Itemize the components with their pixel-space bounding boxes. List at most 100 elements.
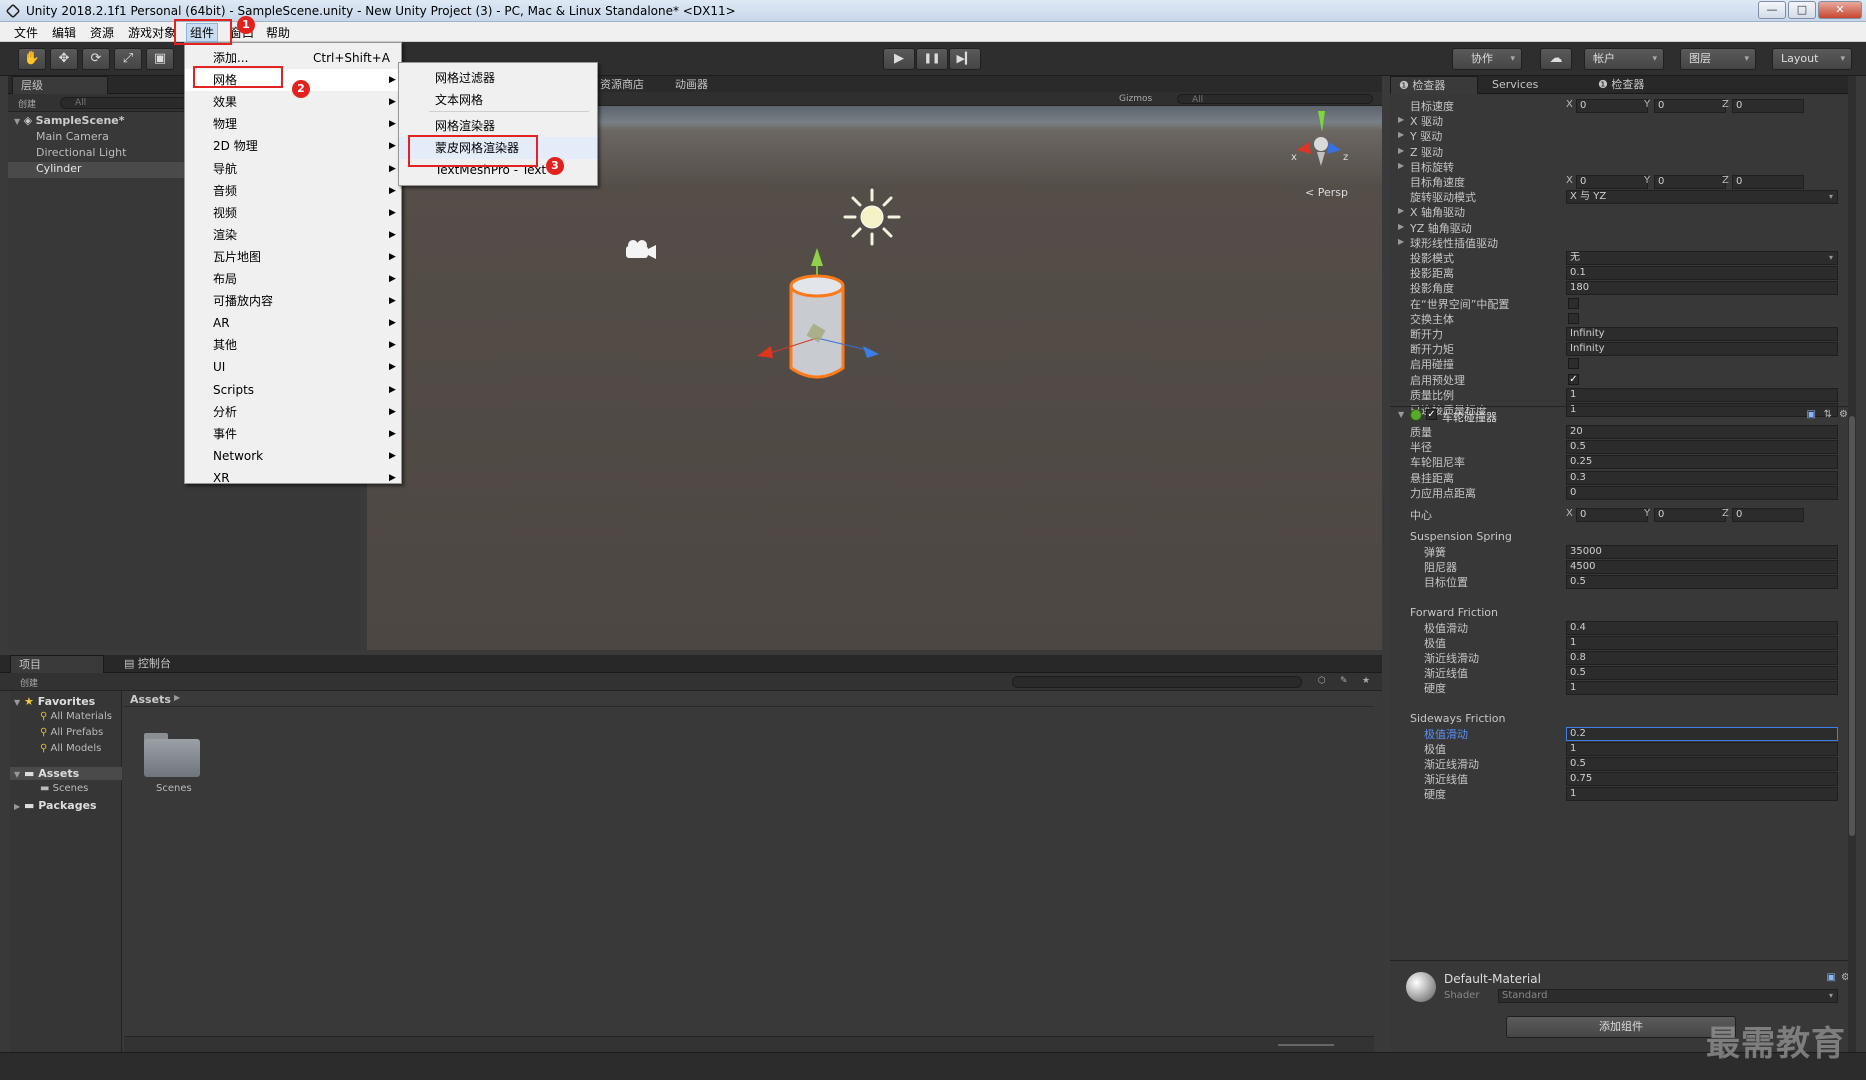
menu-item[interactable]: Scripts ▶ <box>185 379 401 401</box>
menu-edit[interactable]: 编辑 <box>52 24 76 41</box>
scrollbar-thumb[interactable] <box>1849 416 1855 836</box>
fold-arrow-icon[interactable]: ▶ <box>1398 222 1404 231</box>
inspector-row[interactable]: 渐近线值 0.5 <box>1390 665 1856 681</box>
menu-item[interactable]: 物理 ▶ <box>185 113 401 135</box>
account-dropdown[interactable]: 帐户 <box>1584 48 1664 70</box>
property-field[interactable]: 1 <box>1566 741 1838 756</box>
inspector-row[interactable]: 极值 1 <box>1390 635 1856 651</box>
menu-item[interactable]: UI ▶ <box>185 356 401 378</box>
inspector-row[interactable]: 投影距离 0.1 <box>1390 265 1856 281</box>
layers-dropdown[interactable]: 图层 <box>1680 48 1756 70</box>
inspector-row[interactable]: ▶ 目标旋转 <box>1390 159 1856 175</box>
property-field[interactable]: 0.25 <box>1566 455 1838 470</box>
property-field[interactable]: 0 <box>1566 485 1838 500</box>
menu-assets[interactable]: 资源 <box>90 24 114 41</box>
help-icon[interactable]: ▣ <box>1807 409 1816 420</box>
inspector-row[interactable]: ▶ YZ 轴角驱动 <box>1390 220 1856 236</box>
inspector-row[interactable]: ▶ Z 驱动 <box>1390 144 1856 160</box>
pause-button[interactable]: ❚❚ <box>916 48 948 70</box>
play-button[interactable]: ▶ <box>883 48 915 70</box>
inspector-row[interactable]: 阻尼器 4500 <box>1390 559 1856 575</box>
menu-item[interactable]: 分析 ▶ <box>185 401 401 423</box>
inspector-row[interactable]: 车轮阻尼率 0.25 <box>1390 454 1856 470</box>
axis-x-field[interactable]: 0 <box>1576 175 1648 189</box>
hierarchy-item-directional-light[interactable]: Directional Light <box>36 146 126 159</box>
step-button[interactable]: ▶▎ <box>949 48 981 70</box>
property-checkbox[interactable] <box>1568 358 1579 370</box>
axis-y-field[interactable]: 0 <box>1654 508 1726 522</box>
menu-item[interactable]: 瓦片地图 ▶ <box>185 246 401 268</box>
cylinder-object[interactable] <box>727 246 907 436</box>
menu-item[interactable]: 2D 物理 ▶ <box>185 135 401 157</box>
fold-arrow-icon[interactable]: ▶ <box>1398 146 1404 155</box>
property-dropdown[interactable]: 无 <box>1566 251 1838 265</box>
shader-dropdown[interactable]: Standard <box>1498 989 1838 1003</box>
property-field[interactable]: Infinity <box>1566 327 1838 341</box>
menu-item[interactable]: 音频 ▶ <box>185 180 401 202</box>
scene-search-input[interactable]: All <box>1177 94 1373 105</box>
fold-arrow-icon[interactable]: ▶ <box>1398 115 1404 124</box>
maximize-button[interactable]: □ <box>1788 1 1816 19</box>
hand-tool-icon[interactable]: ✋ <box>18 48 46 70</box>
inspector-row[interactable]: 硬度 1 <box>1390 680 1856 696</box>
property-field[interactable]: Infinity <box>1566 342 1838 357</box>
property-field[interactable]: 0.5 <box>1566 440 1838 455</box>
rect-tool-icon[interactable]: ▣ <box>146 48 174 70</box>
inspector-row[interactable]: 半径 0.5 <box>1390 439 1856 455</box>
menu-item[interactable]: Network ▶ <box>185 445 401 467</box>
fold-arrow-icon[interactable]: ▶ <box>1398 237 1404 246</box>
scale-tool-icon[interactable]: ⤢ <box>114 48 142 70</box>
filter-label-icon[interactable]: ✎ <box>1340 676 1348 686</box>
property-field[interactable]: 1 <box>1566 681 1838 696</box>
inspector-row[interactable]: 投影模式 无 <box>1390 250 1856 266</box>
inspector-row[interactable]: 投影角度 180 <box>1390 280 1856 296</box>
fold-arrow-icon[interactable]: ▶ <box>1398 161 1404 170</box>
property-dropdown[interactable]: X 与 YZ <box>1566 190 1838 205</box>
inspector-row[interactable]: 弹簧 35000 <box>1390 544 1856 560</box>
inspector-row[interactable]: 渐近线值 0.75 <box>1390 771 1856 787</box>
tab-inspector-2[interactable]: ❶ 检查器 <box>1590 76 1652 94</box>
inspector-row[interactable]: 断开力 Infinity <box>1390 326 1856 342</box>
menu-item[interactable]: XR ▶ <box>185 467 401 489</box>
scene-viewport[interactable]: x z < Persp <box>367 106 1382 650</box>
inspector-row[interactable]: 断开力矩 Infinity <box>1390 341 1856 357</box>
property-field[interactable]: 0.5 <box>1566 666 1838 681</box>
tab-project[interactable]: 项目 <box>10 655 104 673</box>
persp-label[interactable]: < Persp <box>1305 186 1348 199</box>
preset-icon[interactable]: ⇅ <box>1824 409 1832 420</box>
inspector-row[interactable]: 极值滑动 0.2 <box>1390 726 1856 742</box>
inspector-row[interactable]: 力应用点距离 0 <box>1390 485 1856 501</box>
axis-y-field[interactable]: 0 <box>1654 175 1726 189</box>
inspector-row[interactable]: 渐近线滑动 0.8 <box>1390 650 1856 666</box>
material-help-icon[interactable]: ▣ <box>1827 972 1836 983</box>
layout-dropdown[interactable]: Layout <box>1772 48 1852 70</box>
move-tool-icon[interactable]: ✥ <box>50 48 78 70</box>
favorite-star-icon[interactable]: ★ <box>1362 676 1370 686</box>
minimize-button[interactable]: — <box>1758 1 1786 19</box>
wheel-collider-enabled-checkbox[interactable]: ✓ <box>1426 409 1437 420</box>
property-checkbox[interactable]: ✓ <box>1568 373 1579 385</box>
inspector-row[interactable]: 目标位置 0.5 <box>1390 574 1856 590</box>
add-component-button[interactable]: 添加组件 <box>1506 1016 1736 1038</box>
inspector-row[interactable]: 质量比例 1 <box>1390 387 1856 403</box>
axis-x-field[interactable]: 0 <box>1576 508 1648 522</box>
directional-light-icon[interactable] <box>843 188 901 246</box>
axis-z-field[interactable]: 0 <box>1732 99 1804 113</box>
inspector-row[interactable]: 极值 1 <box>1390 741 1856 757</box>
menu-item[interactable]: 网格过滤器 <box>399 67 597 89</box>
inspector-row[interactable]: 硬度 1 <box>1390 786 1856 802</box>
property-field[interactable]: 20 <box>1566 425 1838 439</box>
inspector-scrollbar[interactable] <box>1848 76 1856 1052</box>
inspector-row[interactable]: 目标角速度 X 0 Y 0 Z 0 <box>1390 174 1856 190</box>
tab-inspector[interactable]: ❶ 检查器 <box>1390 76 1478 94</box>
inspector-row[interactable]: 悬挂距离 0.3 <box>1390 470 1856 486</box>
gizmos-dropdown[interactable]: Gizmos <box>1119 94 1152 104</box>
close-button[interactable]: ✕ <box>1818 1 1862 19</box>
fold-arrow-icon[interactable]: ▶ <box>1398 130 1404 139</box>
property-checkbox[interactable] <box>1568 297 1579 309</box>
property-field[interactable]: 35000 <box>1566 545 1838 559</box>
tab-services[interactable]: Services <box>1484 76 1546 94</box>
zoom-slider[interactable] <box>1278 1044 1334 1046</box>
property-field[interactable]: 0.1 <box>1566 266 1838 281</box>
menu-item[interactable]: 文本网格 <box>399 89 597 111</box>
